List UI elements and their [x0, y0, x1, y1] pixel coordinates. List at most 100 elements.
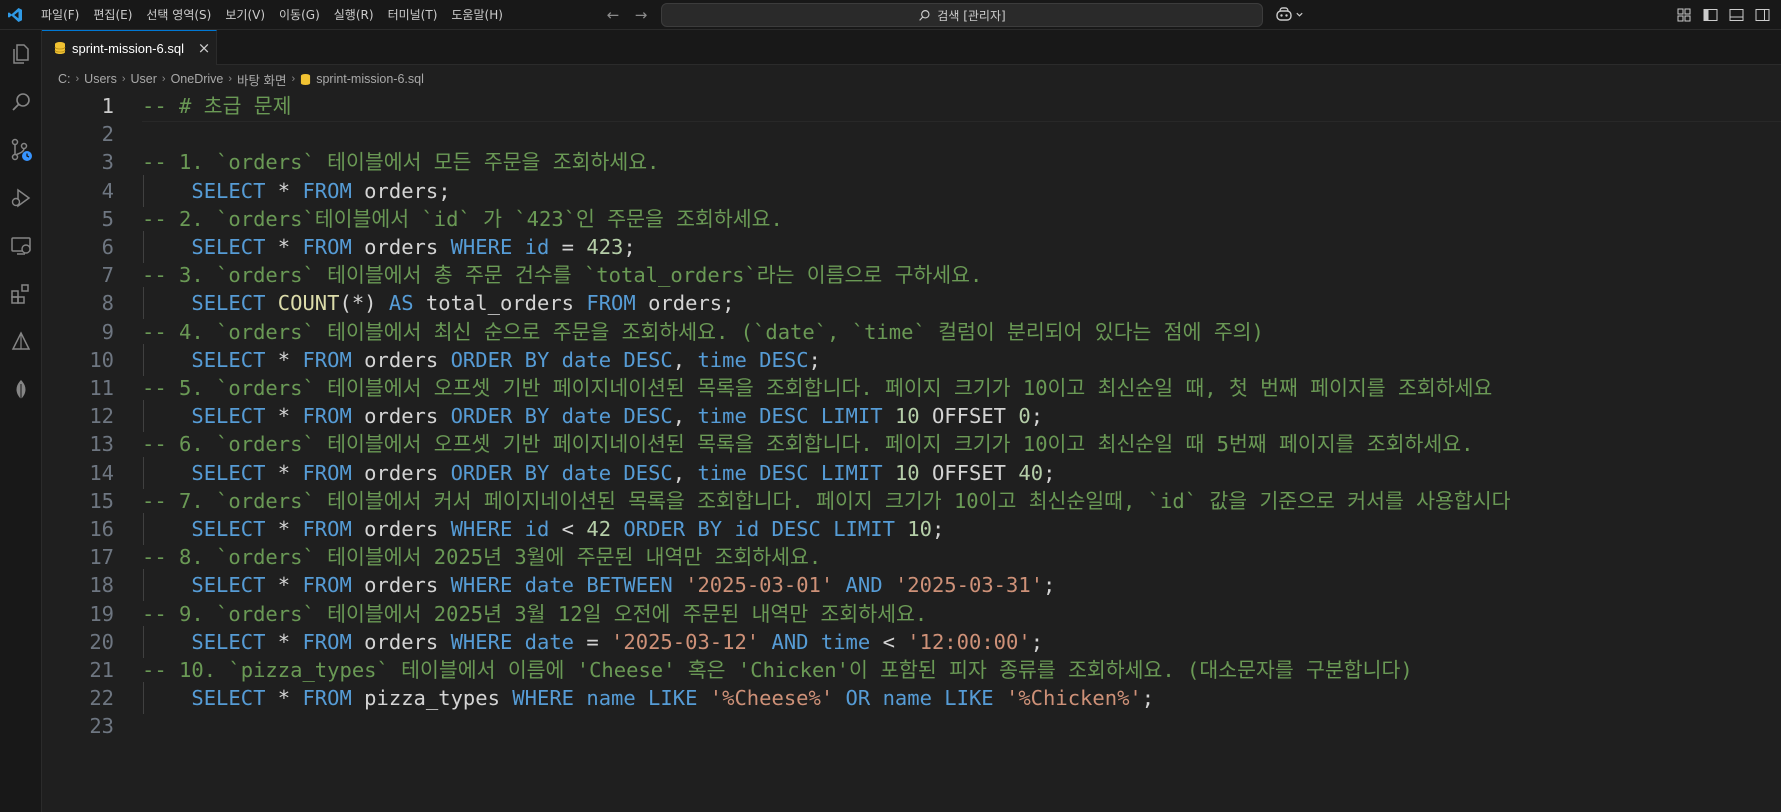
customize-layout-icon[interactable] [1675, 6, 1693, 24]
breadcrumb-item[interactable]: 바탕 화면 [237, 70, 286, 89]
line-number: 12 [89, 404, 114, 429]
code-token: '%Cheese%' [709, 686, 834, 711]
code-line[interactable]: 3 -- 1. `orders` 테이블에서 모든 주문을 조회하세요. [42, 146, 1781, 178]
line-number: 9 [101, 319, 114, 344]
code-line[interactable]: 9 -- 4. `orders` 테이블에서 최신 순으로 주문을 조회하세요. … [42, 316, 1781, 348]
code-token: FROM [302, 178, 352, 203]
toggle-panel-icon[interactable] [1727, 6, 1745, 24]
code-line[interactable]: 19 -- 9. `orders` 테이블에서 2025년 3월 12일 오전에 … [42, 598, 1781, 630]
mongodb-leaf-icon[interactable] [0, 366, 42, 414]
code-token: FROM [302, 460, 352, 485]
code-token: ; [1043, 460, 1056, 485]
activity-bar [0, 30, 42, 812]
code-token: WHERE name LIKE [512, 686, 698, 711]
menu-item[interactable]: 선택 영역(S) [139, 4, 218, 26]
code-token: OR name LIKE [833, 686, 994, 711]
code-token: orders [351, 460, 451, 485]
menu-item[interactable]: 터미널(T) [381, 4, 445, 26]
code-token: 42 [586, 517, 612, 541]
code-token: AS [388, 291, 414, 316]
code-token: orders [351, 404, 451, 429]
code-token: * [265, 178, 303, 203]
run-debug-icon[interactable] [0, 174, 42, 222]
code-text: -- 7. `orders` 테이블에서 커서 페이지네이션된 목록을 조회합니… [142, 485, 1510, 517]
command-center-search[interactable]: 검색 [관리자] [661, 3, 1263, 27]
line-number: 15 [89, 488, 114, 513]
code-line[interactable]: 7 -- 3. `orders` 테이블에서 총 주문 건수를 `total_or… [42, 259, 1781, 291]
code-token: AND time [759, 629, 871, 654]
menu-item[interactable]: 보기(V) [218, 4, 272, 26]
code-token: * [265, 235, 303, 259]
code-editor[interactable]: 1 -- # 초급 문제 2 3 -- 1. `orders` 테이블에서 모든 주문을… [42, 92, 1781, 812]
menu-item[interactable]: 이동(G) [272, 4, 327, 26]
code-line[interactable]: 6 SELECT * FROM orders WHERE id = 423; [42, 231, 1781, 263]
code-token: WHERE date BETWEEN [450, 573, 673, 598]
tab-sprint-mission-6[interactable]: sprint-mission-6.sql × [42, 30, 217, 65]
code-line[interactable]: 4 SELECT * FROM orders; [42, 174, 1781, 207]
code-text: SELECT * FROM orders ORDER BY date DESC,… [142, 457, 1055, 489]
code-token: -- 4. `orders` 테이블에서 최신 순으로 주문을 조회하세요. (… [142, 319, 1264, 344]
breadcrumb-item[interactable]: Users [84, 72, 117, 86]
code-line[interactable]: 18 SELECT * FROM orders WHERE date BETWE… [42, 569, 1781, 602]
code-token: * [265, 686, 303, 711]
breadcrumb-item[interactable]: OneDrive [171, 72, 224, 86]
breadcrumb-item[interactable]: sprint-mission-6.sql [316, 72, 424, 86]
code-token: OFFSET [919, 404, 1019, 429]
code-line[interactable]: 13 -- 6. `orders` 테이블에서 오프셋 기반 페이지네이션된 목록… [42, 428, 1781, 460]
copilot-menu-button[interactable] [1275, 6, 1304, 22]
menu-item[interactable]: 편집(E) [86, 4, 139, 26]
code-token: SELECT [191, 235, 266, 259]
remote-explorer-icon[interactable] [0, 222, 42, 270]
toggle-secondary-sidebar-icon[interactable] [1753, 6, 1771, 24]
layout-controls [1675, 6, 1771, 24]
search-icon[interactable] [0, 78, 42, 126]
vscode-logo-icon [0, 0, 30, 30]
code-line[interactable]: 21 -- 10. `pizza_types` 테이블에서 이름에 'Cheese… [42, 654, 1781, 686]
code-line[interactable]: 11 -- 5. `orders` 테이블에서 오프셋 기반 페이지네이션된 목록… [42, 372, 1781, 404]
breadcrumb-item[interactable]: User [131, 72, 157, 86]
source-control-icon[interactable] [0, 126, 42, 174]
code-line[interactable]: 22 SELECT * FROM pizza_types WHERE name … [42, 682, 1781, 715]
code-line[interactable]: 5 -- 2. `orders`테이블에서 `id` 가 `423`인 주문을 조… [42, 203, 1781, 235]
line-number: 8 [101, 291, 114, 316]
code-line[interactable]: 10 SELECT * FROM orders ORDER BY date DE… [42, 343, 1781, 376]
database-icon[interactable] [0, 318, 42, 366]
menu-item[interactable]: 파일(F) [34, 4, 86, 26]
code-line[interactable]: 17 -- 8. `orders` 테이블에서 2025년 3월에 주문된 내역만… [42, 541, 1781, 573]
line-number: 4 [101, 178, 114, 203]
code-line[interactable]: 2 [42, 118, 1781, 150]
code-line[interactable]: 16 SELECT * FROM orders WHERE id < 42 OR… [42, 513, 1781, 545]
code-line[interactable]: 23 [42, 710, 1781, 742]
close-icon[interactable]: × [196, 39, 212, 57]
code-line[interactable]: 8 SELECT COUNT(*) AS total_orders FROM o… [42, 287, 1781, 320]
code-token: SELECT [191, 178, 266, 203]
code-line[interactable]: 20 SELECT * FROM orders WHERE date = '20… [42, 625, 1781, 658]
go-forward-icon[interactable]: → [632, 6, 650, 24]
code-line[interactable]: 15 -- 7. `orders` 테이블에서 커서 페이지네이션된 목록을 조회… [42, 485, 1781, 517]
explorer-icon[interactable] [0, 30, 42, 78]
code-token: SELECT [191, 291, 266, 316]
code-token: 10 [894, 460, 920, 485]
code-line[interactable]: 14 SELECT * FROM orders ORDER BY date DE… [42, 456, 1781, 489]
code-text: SELECT * FROM orders ORDER BY date DESC,… [142, 400, 1043, 432]
code-token: orders [351, 629, 451, 654]
line-number: 5 [101, 206, 114, 231]
line-number: 17 [89, 545, 114, 570]
extensions-icon[interactable] [0, 270, 42, 318]
code-token: 10 [907, 517, 932, 541]
tab-label: sprint-mission-6.sql [72, 40, 184, 56]
menu-item[interactable]: 도움말(H) [444, 4, 510, 26]
go-back-icon[interactable]: ← [604, 6, 622, 24]
code-token: (*) [339, 291, 389, 316]
code-token: 423 [586, 235, 624, 259]
menu-bar: 파일(F) 편집(E) 선택 영역(S) 보기(V) 이동(G) 실행(R) 터미널(T) 도… [34, 0, 510, 30]
toggle-primary-sidebar-icon[interactable] [1701, 6, 1719, 24]
menu-item[interactable]: 실행(R) [327, 4, 381, 26]
code-token: * [265, 629, 303, 654]
code-line[interactable]: 12 SELECT * FROM orders ORDER BY date DE… [42, 400, 1781, 433]
chevron-right-icon: › [75, 73, 80, 85]
breadcrumb-item[interactable]: C: [58, 72, 71, 86]
code-token: -- 7. `orders` 테이블에서 커서 페이지네이션된 목록을 조회합니… [142, 488, 1511, 513]
